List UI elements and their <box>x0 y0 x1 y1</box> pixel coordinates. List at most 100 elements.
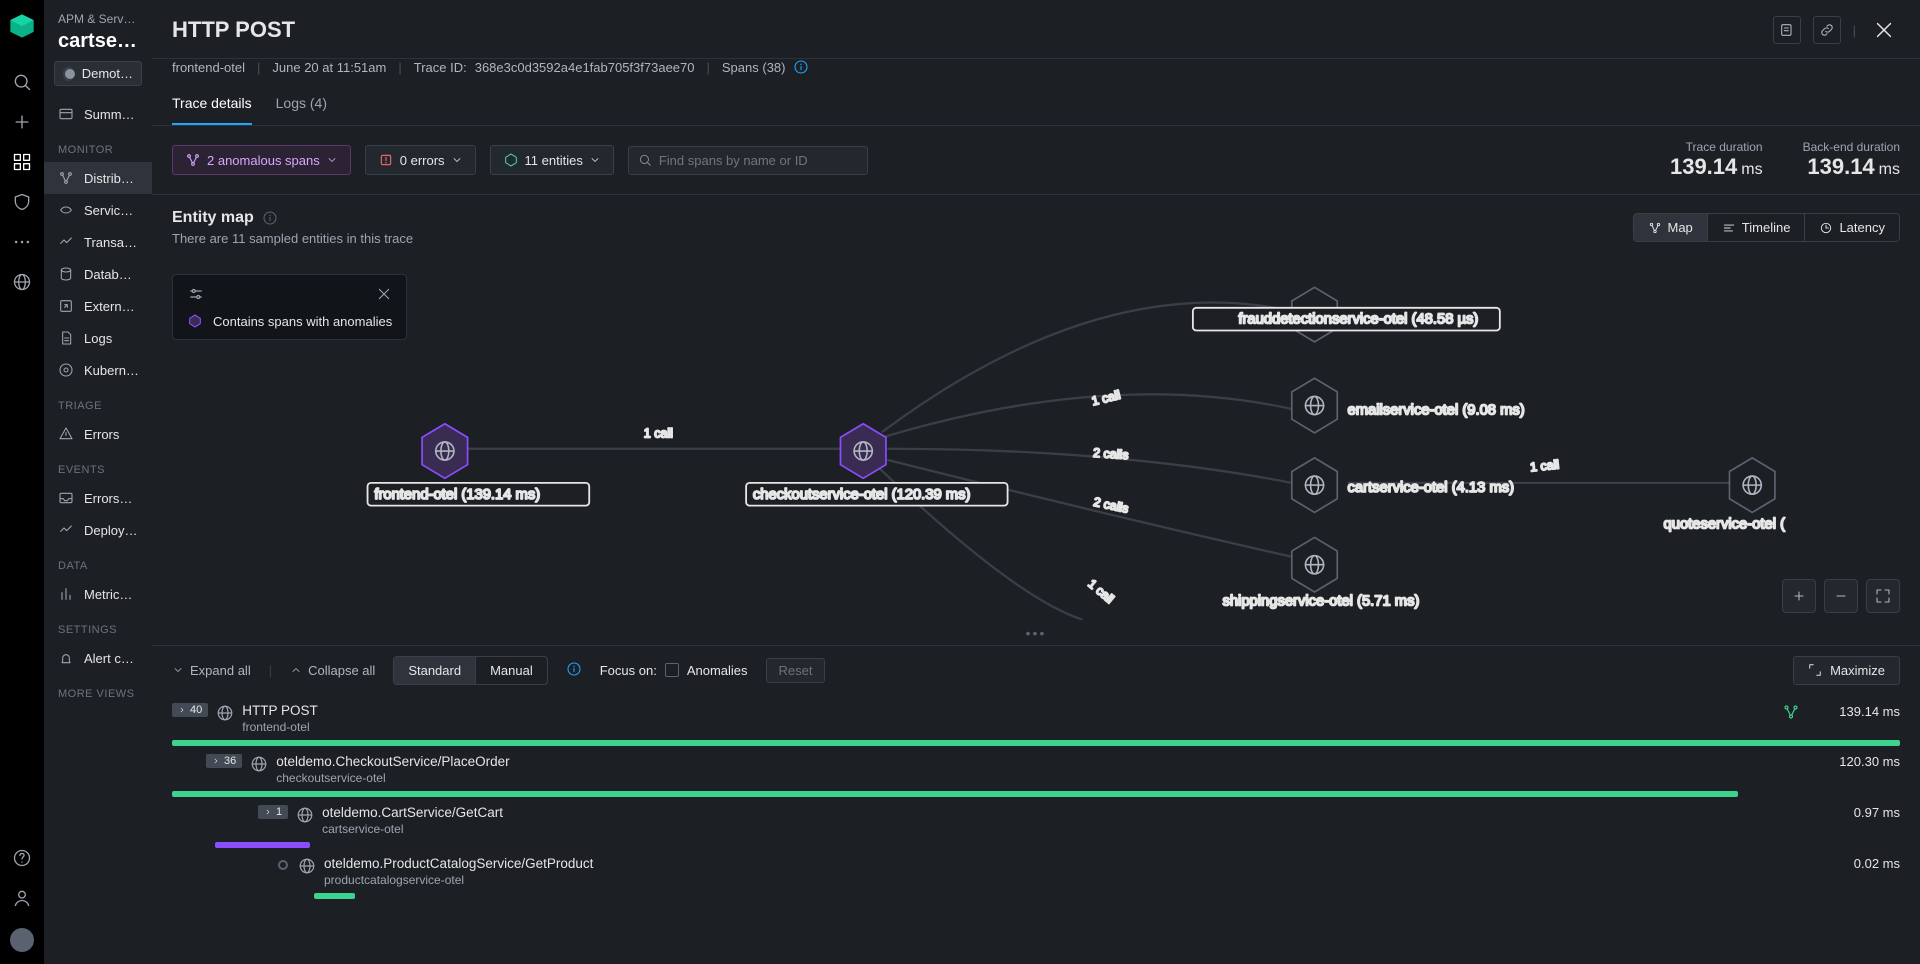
info-icon[interactable] <box>793 59 809 75</box>
entity-map-svg[interactable]: 1 call 1 call 2 calls 2 calls 1 call 1 c… <box>172 254 1900 621</box>
entities-button[interactable]: 11 entities <box>490 145 614 175</box>
node-frontend[interactable]: frontend-otel (139.14 ms) <box>368 424 590 506</box>
section-events: EVENTS <box>44 450 152 482</box>
span-bar <box>172 740 1900 746</box>
node-fraud[interactable]: frauddetectionservice-otel (48.58 µs) <box>1193 287 1500 342</box>
sidebar-item-external[interactable]: Extern… <box>44 290 152 322</box>
sidebar-item-metrics[interactable]: Metric… <box>44 578 152 610</box>
user-icon[interactable] <box>12 888 32 908</box>
expand-toggle[interactable]: 1 <box>258 805 288 819</box>
anomalies-checkbox[interactable] <box>665 663 679 677</box>
section-triage: TRIAGE <box>44 386 152 418</box>
sidebar-item-errors[interactable]: Errors <box>44 418 152 450</box>
span-row[interactable]: 40 HTTP POSTfrontend-otel 139.14 ms <box>172 695 1900 734</box>
sidebar-item-summary[interactable]: Summ… <box>44 98 152 130</box>
zoom-in-button[interactable] <box>1782 579 1816 613</box>
sidebar-item-alert[interactable]: Alert c… <box>44 642 152 674</box>
mode-standard[interactable]: Standard <box>394 657 475 684</box>
globe-icon <box>216 704 234 722</box>
sidebar-item-kubernetes[interactable]: Kubern… <box>44 354 152 386</box>
info-icon[interactable] <box>262 210 278 226</box>
filters-row: 2 anomalous spans 0 errors 11 entities T… <box>152 126 1920 195</box>
sidebar-item-service[interactable]: Servic… <box>44 194 152 226</box>
node-cart[interactable]: cartservice-otel (4.13 ms) <box>1292 458 1514 513</box>
search-icon[interactable] <box>12 72 32 92</box>
reset-button[interactable]: Reset <box>766 658 826 683</box>
node-quote[interactable]: quoteservice-otel ( <box>1664 458 1786 532</box>
breadcrumb[interactable]: APM & Serv… <box>44 0 152 30</box>
help-icon[interactable] <box>12 848 32 868</box>
expand-toggle[interactable]: 36 <box>206 754 242 768</box>
node-checkout[interactable]: checkoutservice-otel (120.39 ms) <box>746 424 1007 506</box>
sidebar-item-logs[interactable]: Logs <box>44 322 152 354</box>
info-icon[interactable] <box>566 661 582 680</box>
globe-icon[interactable] <box>12 272 32 292</box>
tab-trace-details[interactable]: Trace details <box>172 85 252 125</box>
span-toolbar: Expand all | Collapse all Standard Manua… <box>152 645 1920 695</box>
span-row[interactable]: 36 oteldemo.CheckoutService/PlaceOrder ch… <box>172 746 1900 785</box>
entity-map-header: Entity map There are 11 sampled entities… <box>152 195 1920 246</box>
topbar: HTTP POST | <box>152 0 1920 59</box>
expand-all-button[interactable]: Expand all <box>172 663 251 678</box>
tab-logs[interactable]: Logs (4) <box>276 85 327 125</box>
user-avatar[interactable] <box>10 928 34 952</box>
segment-latency[interactable]: Latency <box>1804 214 1899 241</box>
sliders-icon[interactable] <box>187 285 205 303</box>
close-button[interactable] <box>1868 14 1900 46</box>
svg-text:quoteservice-otel (: quoteservice-otel ( <box>1664 516 1786 532</box>
span-search-input[interactable] <box>628 146 868 175</box>
errors-button[interactable]: 0 errors <box>365 145 476 175</box>
span-duration: 0.97 ms <box>1810 805 1900 820</box>
span-service: frontend-otel <box>242 720 318 734</box>
panel-resize-handle[interactable]: ••• <box>152 621 1920 645</box>
trace-duration: Trace duration 139.14ms <box>1670 140 1763 180</box>
trace-id-label: Trace ID: <box>414 60 467 75</box>
view-segments: Map Timeline Latency <box>1633 213 1901 242</box>
span-service: checkoutservice-otel <box>276 771 509 785</box>
metabar: frontend-otel | June 20 at 11:51am | Tra… <box>152 59 1920 85</box>
grid-icon[interactable] <box>12 152 32 172</box>
globe-icon <box>250 755 268 773</box>
entity-map-stage[interactable]: Contains spans with anomalies 1 call 1 c… <box>172 254 1900 621</box>
svg-text:shippingservice-otel (5.71 ms): shippingservice-otel (5.71 ms) <box>1222 594 1419 610</box>
svg-text:frontend-otel (139.14 ms): frontend-otel (139.14 ms) <box>374 487 540 503</box>
maximize-button[interactable]: Maximize <box>1793 656 1900 685</box>
span-name: oteldemo.CartService/GetCart <box>322 805 503 820</box>
segment-map[interactable]: Map <box>1634 214 1707 241</box>
spans-count: Spans (38) <box>722 60 786 75</box>
sidebar-item-database[interactable]: Datab… <box>44 258 152 290</box>
span-service: cartservice-otel <box>322 822 503 836</box>
ellipsis-icon[interactable] <box>12 232 32 252</box>
shield-icon[interactable] <box>12 192 32 212</box>
sidebar-item-deploy[interactable]: Deploy… <box>44 514 152 546</box>
zoom-fit-button[interactable] <box>1866 579 1900 613</box>
entity-map-subtitle: There are 11 sampled entities in this tr… <box>172 231 1633 246</box>
demot-toggle[interactable]: Demot… <box>54 61 142 86</box>
anomalous-spans-button[interactable]: 2 anomalous spans <box>172 145 351 175</box>
sidebar-item-errors-inbox[interactable]: Errors… <box>44 482 152 514</box>
page-title: HTTP POST <box>172 17 295 43</box>
svg-text:1 call: 1 call <box>644 426 673 440</box>
waterfall: 40 HTTP POSTfrontend-otel 139.14 ms 36 o… <box>152 695 1920 964</box>
product-logo[interactable] <box>8 12 36 40</box>
span-duration: 0.02 ms <box>1810 856 1900 871</box>
segment-timeline[interactable]: Timeline <box>1707 214 1805 241</box>
anomalies-label: Anomalies <box>687 663 748 678</box>
span-row[interactable]: oteldemo.ProductCatalogService/GetProduc… <box>172 848 1900 887</box>
span-duration: 120.30 ms <box>1810 754 1900 769</box>
close-icon[interactable] <box>376 286 392 302</box>
mode-manual[interactable]: Manual <box>475 657 547 684</box>
copy-link-button[interactable] <box>1813 16 1841 44</box>
backend-duration: Back-end duration 139.14ms <box>1803 140 1900 180</box>
span-name: oteldemo.CheckoutService/PlaceOrder <box>276 754 509 769</box>
expand-toggle[interactable]: 40 <box>172 703 208 717</box>
map-icon[interactable] <box>1782 703 1800 721</box>
sidebar-item-transactions[interactable]: Transa… <box>44 226 152 258</box>
plus-icon[interactable] <box>12 112 32 132</box>
node-email[interactable]: emailservice-otel (9.08 ms) <box>1292 378 1525 433</box>
sidebar-item-distributed[interactable]: Distrib… <box>44 162 152 194</box>
notes-button[interactable] <box>1773 16 1801 44</box>
span-row[interactable]: 1 oteldemo.CartService/GetCart cartservic… <box>172 797 1900 836</box>
collapse-all-button[interactable]: Collapse all <box>290 663 375 678</box>
zoom-out-button[interactable] <box>1824 579 1858 613</box>
